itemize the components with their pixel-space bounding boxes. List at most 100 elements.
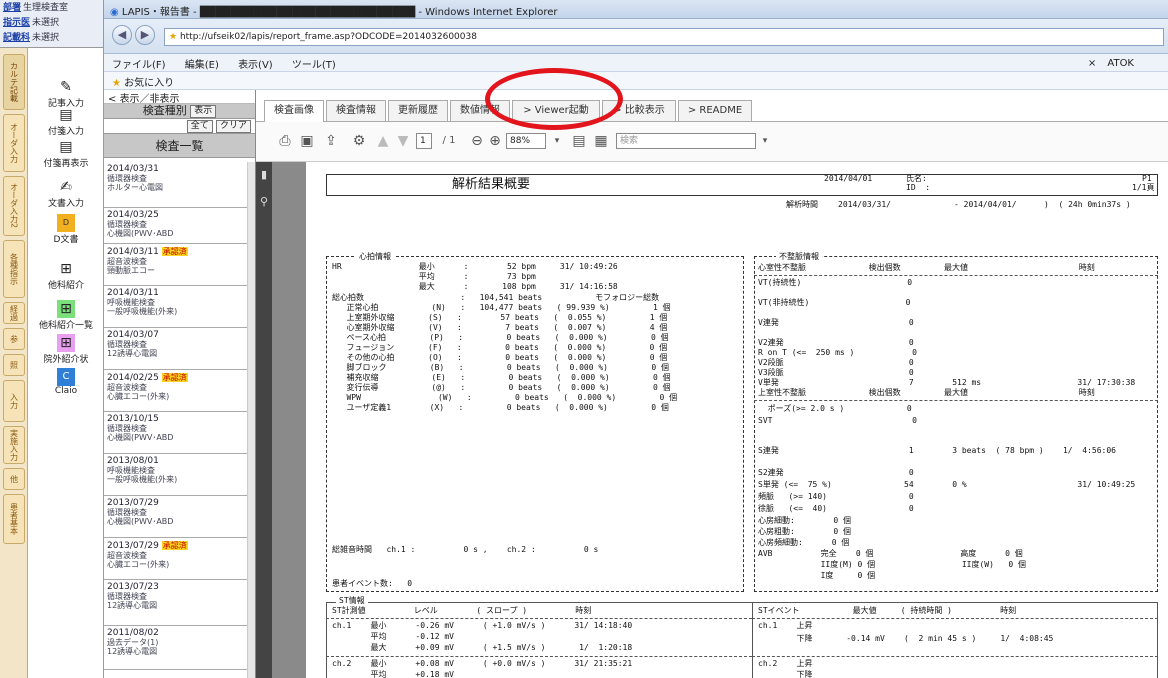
tab-exam-info[interactable]: 検査情報 bbox=[326, 100, 386, 121]
list-item[interactable]: 2013/10/15 循環器検査 心機図(PWV･ABD bbox=[104, 412, 247, 454]
menu-sticky-entry[interactable]: ▤ 付箋入力 bbox=[28, 106, 104, 137]
menu-referral-list[interactable]: ⊞ 他科紹介一覧 bbox=[28, 300, 104, 331]
menu-referral[interactable]: ⊞ 他科紹介 bbox=[28, 260, 104, 291]
screen: 部署 生理検査室 指示医 未選択 記載科 未選択 カルテ記載 オーダ入力 オーダ入力2… bbox=[0, 0, 1168, 678]
menu-label: 付箋入力 bbox=[47, 127, 84, 137]
save-icon[interactable]: ▣ bbox=[298, 132, 316, 150]
zoom-in-icon[interactable]: ⊕ bbox=[486, 132, 504, 150]
item-name: 頸動脈エコー bbox=[107, 266, 155, 275]
clear-button[interactable]: クリア bbox=[215, 120, 251, 133]
vtab-instructions[interactable]: 各種指示 bbox=[3, 240, 25, 298]
list-scrollbar[interactable] bbox=[247, 162, 255, 678]
arr-s-row: 心房頻細動: 0 個 bbox=[758, 538, 850, 547]
arr-s-row: ポーズ(>= 2.0 s ) 0 bbox=[758, 404, 912, 413]
vtab-other[interactable]: 他 bbox=[3, 468, 25, 490]
list-item[interactable]: 2011/08/02 過去データ(1) 12誘導心電図 bbox=[104, 626, 247, 670]
arr-v-row: V3段脈 0 bbox=[758, 368, 914, 377]
vtab-karte[interactable]: カルテ記載 bbox=[3, 54, 25, 110]
fit-width-icon[interactable]: ▦ bbox=[592, 132, 610, 150]
vtab-progress[interactable]: 経過 bbox=[3, 302, 25, 324]
menu-note-entry[interactable]: ✎ 記事入力 bbox=[28, 78, 104, 109]
item-category: 超音波検査 bbox=[107, 551, 147, 560]
vtab-input[interactable]: 入力 bbox=[3, 380, 25, 422]
sticky-note-icon: ▤ bbox=[59, 139, 73, 155]
attachments-icon[interactable]: ⚲ bbox=[256, 195, 272, 208]
favorites-star-icon: ★ bbox=[112, 78, 121, 89]
print-icon[interactable]: ⎙ bbox=[276, 132, 294, 150]
search-dropdown-icon[interactable]: ▾ bbox=[756, 132, 774, 150]
list-toggle[interactable]: < 表示／非表示 bbox=[104, 90, 255, 104]
list-item[interactable]: 2014/02/25 承認済 超音波検査 心臓エコー(外来) bbox=[104, 370, 247, 412]
hr-row: 上室期外収縮 (S) : 57 beats ( 0.055 %) 1 個 bbox=[332, 313, 668, 322]
list-toggle-label: 表示／非表示 bbox=[119, 94, 180, 104]
department-value: 生理検査室 bbox=[23, 3, 69, 13]
list-item[interactable]: 2013/08/01 呼吸機能検査 一般呼吸機能(外来) bbox=[104, 454, 247, 496]
tab-exam-image[interactable]: 検査画像 bbox=[264, 100, 324, 122]
menu-edit[interactable]: 編集(E) bbox=[177, 54, 227, 73]
list-item[interactable]: 2014/03/07 循環器検査 12誘導心電図 bbox=[104, 328, 247, 370]
ventricular-header: 心室性不整脈 検出個数 最大値 時刻 bbox=[758, 263, 1095, 272]
department-label[interactable]: 部署 bbox=[3, 0, 21, 13]
item-name: 心機図(PWV･ABD bbox=[107, 229, 174, 238]
menu-file[interactable]: ファイル(F) bbox=[104, 54, 174, 73]
forward-button[interactable]: ▶ bbox=[135, 25, 155, 45]
fit-page-icon[interactable]: ▤ bbox=[570, 132, 588, 150]
atok-indicator[interactable]: × ATOK bbox=[1080, 54, 1150, 73]
vtab-ref2[interactable]: 照 bbox=[3, 354, 25, 376]
report-sidebar: ▮ ⚲ bbox=[256, 162, 272, 678]
all-button[interactable]: 全て bbox=[186, 120, 213, 133]
zoom-select[interactable]: 88% bbox=[506, 133, 546, 149]
dept-record-label[interactable]: 記載科 bbox=[3, 30, 30, 43]
next-page-icon[interactable]: ▼ bbox=[394, 132, 412, 150]
approved-badge: 承認済 bbox=[161, 247, 188, 256]
list-item[interactable]: 2014/03/31 循環器検査 ホルター心電図 bbox=[104, 162, 247, 208]
back-button[interactable]: ◀ bbox=[112, 25, 132, 45]
list-item[interactable]: 2013/07/29 循環器検査 心機図(PWV･ABD bbox=[104, 496, 247, 538]
vtab-order[interactable]: オーダ入力 bbox=[3, 114, 25, 172]
menu-tools[interactable]: ツール(T) bbox=[284, 54, 344, 73]
address-bar[interactable]: ★ http://ufseik02/lapis/report_frame.asp… bbox=[164, 28, 1164, 46]
menu-view[interactable]: 表示(V) bbox=[230, 54, 281, 73]
tab-readme[interactable]: > README bbox=[678, 100, 752, 121]
list-item[interactable]: 2014/03/11 承認済 超音波検査 頸動脈エコー bbox=[104, 244, 247, 286]
st-event-header: STイベント 最大値 ( 持続時間 ) 時刻 bbox=[758, 606, 1017, 615]
address-bar-area: ◀ ▶ ★ http://ufseik02/lapis/report_frame… bbox=[104, 19, 1168, 54]
st-row: ch.1 最小 -0.26 mV ( +1.0 mV/s ) 31/ 14:18… bbox=[332, 621, 633, 630]
divider bbox=[326, 618, 752, 619]
menu-external-referral[interactable]: ⊞ 院外紹介状 bbox=[28, 334, 104, 365]
arr-v-row: R on T (<= 250 ms ) 0 bbox=[758, 348, 917, 357]
report-header-box bbox=[326, 174, 1158, 196]
menu-d-document[interactable]: D D文書 bbox=[28, 214, 104, 245]
arr-v-row: V連発 0 bbox=[758, 318, 914, 327]
doctor-label[interactable]: 指示医 bbox=[3, 15, 30, 28]
item-category: 循環器検査 bbox=[107, 424, 147, 433]
item-date: 2014/03/31 bbox=[107, 164, 159, 174]
page-number-input[interactable]: 1 bbox=[416, 133, 432, 149]
menu-sticky-redisplay[interactable]: ▤ 付箋再表示 bbox=[28, 138, 104, 169]
vtab-ref1[interactable]: 参 bbox=[3, 328, 25, 350]
zoom-out-icon[interactable]: ⊖ bbox=[468, 132, 486, 150]
vtab-exec[interactable]: 実施入力 bbox=[3, 426, 25, 464]
list-item[interactable]: 2014/03/11 呼吸機能検査 一般呼吸機能(外来) bbox=[104, 286, 247, 328]
chevron-down-icon[interactable]: ▾ bbox=[548, 132, 566, 150]
toggle-bracket-icon: < bbox=[108, 94, 120, 104]
list-item[interactable]: 2013/07/23 循環器検査 12誘導心電図 bbox=[104, 580, 247, 626]
search-input[interactable]: 検索 bbox=[616, 133, 756, 149]
list-item[interactable]: 2013/07/29 承認済 超音波検査 心臓エコー(外来) bbox=[104, 538, 247, 580]
divider bbox=[752, 618, 1158, 619]
settings-icon[interactable]: ⚙ bbox=[350, 132, 368, 150]
menu-claio[interactable]: C Claio bbox=[28, 368, 104, 396]
item-date: 2014/02/25 bbox=[107, 373, 159, 383]
vtab-patient[interactable]: 患者基本 bbox=[3, 494, 25, 544]
favorites-label[interactable]: お気に入り bbox=[124, 78, 174, 89]
menu-document-entry[interactable]: ✍ 文書入力 bbox=[28, 178, 104, 209]
st-column-divider bbox=[752, 602, 753, 678]
hr-row: 脚ブロック (B) : 0 beats ( 0.000 %) 0 個 bbox=[332, 363, 669, 372]
tab-update-history[interactable]: 更新履歴 bbox=[388, 100, 448, 121]
prev-page-icon[interactable]: ▲ bbox=[374, 132, 392, 150]
vtab-order2[interactable]: オーダ入力2 bbox=[3, 176, 25, 236]
list-item[interactable]: 2014/03/25 循環器検査 心機図(PWV･ABD bbox=[104, 208, 247, 244]
export-icon[interactable]: ⇪ bbox=[322, 132, 340, 150]
show-button[interactable]: 表示 bbox=[190, 104, 217, 118]
pages-icon[interactable]: ▮ bbox=[256, 168, 272, 181]
